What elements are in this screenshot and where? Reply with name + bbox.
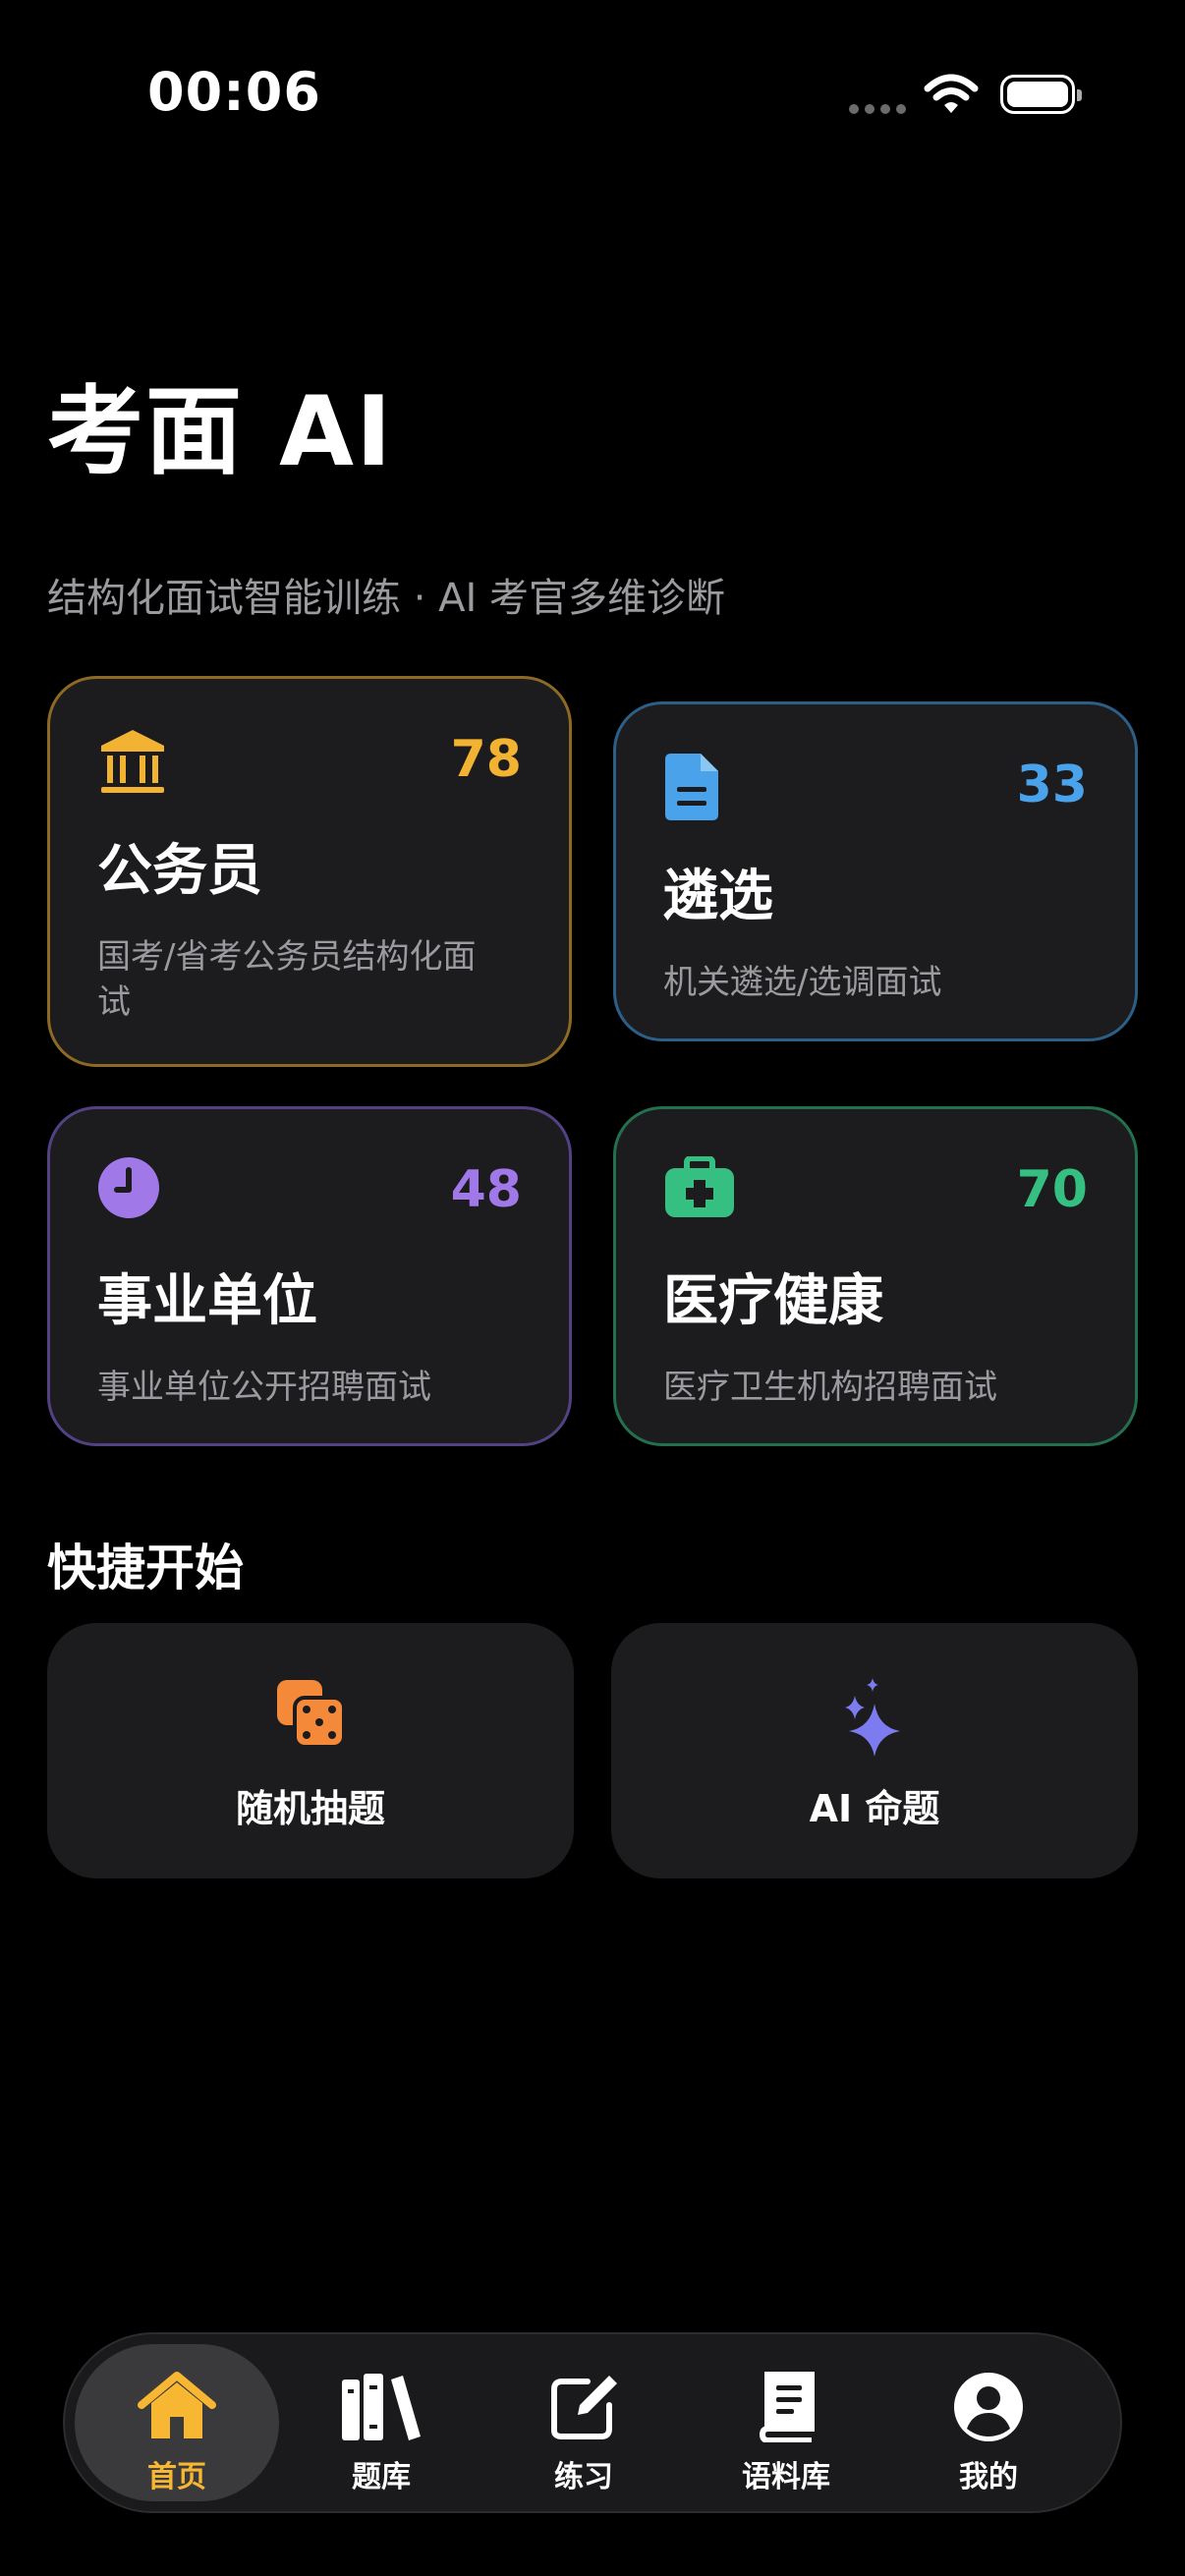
category-title: 医疗健康 [663, 1269, 883, 1333]
category-title: 遴选 [663, 865, 773, 928]
wifi-icon [924, 74, 979, 113]
category-description: 事业单位公开招聘面试 [97, 1368, 431, 1407]
tab-bar: 首页 题库 练习 语料库 我的 [63, 2332, 1122, 2513]
question-count: 78 [450, 730, 522, 789]
sparkles-icon [845, 1678, 900, 1757]
app-subtitle: 结构化面试智能训练 · AI 考官多维诊断 [47, 576, 726, 621]
ai-question-button[interactable]: AI 命题 [611, 1623, 1138, 1878]
tab-label: 语料库 [742, 2460, 830, 2494]
category-title: 公务员 [97, 839, 262, 903]
tab-practice[interactable]: 练习 [481, 2344, 686, 2501]
section-title-quick-start: 快捷开始 [47, 1540, 244, 1596]
battery-icon [1000, 75, 1082, 114]
category-card-civil-servant[interactable]: 78 公务员 国考/省考公务员结构化面试 [47, 676, 572, 1067]
tab-label: 练习 [554, 2460, 613, 2494]
tab-question-bank[interactable]: 题库 [279, 2344, 483, 2501]
tab-corpus[interactable]: 语料库 [684, 2344, 888, 2501]
tab-profile[interactable]: 我的 [886, 2344, 1091, 2501]
category-card-medical[interactable]: 70 医疗健康 医疗卫生机构招聘面试 [613, 1106, 1138, 1446]
tab-label: 题库 [352, 2460, 411, 2494]
quick-start-label: 随机抽题 [235, 1787, 385, 1830]
medical-kit-icon [665, 1156, 734, 1217]
category-description: 国考/省考公务员结构化面试 [97, 937, 477, 1022]
app-title: 考面 AI [47, 376, 394, 488]
question-count: 48 [450, 1160, 522, 1219]
book-icon [759, 2372, 815, 2442]
books-icon [342, 2374, 421, 2440]
tab-label: 我的 [959, 2460, 1018, 2494]
dice-icon [277, 1680, 346, 1749]
category-card-selection[interactable]: 33 遴选 机关遴选/选调面试 [613, 701, 1138, 1041]
home-icon [138, 2372, 216, 2438]
clock-icon [98, 1157, 159, 1218]
edit-icon [551, 2376, 617, 2439]
quick-start-label: AI 命题 [809, 1787, 940, 1830]
tab-home[interactable]: 首页 [75, 2344, 279, 2501]
question-count: 33 [1016, 756, 1088, 814]
category-title: 事业单位 [97, 1269, 317, 1333]
random-question-button[interactable]: 随机抽题 [47, 1623, 574, 1878]
tab-label: 首页 [147, 2460, 206, 2494]
status-time: 00:06 [147, 61, 321, 123]
category-description: 医疗卫生机构招聘面试 [663, 1368, 997, 1407]
cellular-signal-icon [849, 104, 906, 114]
profile-icon [954, 2373, 1023, 2441]
question-count: 70 [1016, 1160, 1088, 1219]
category-card-public-institution[interactable]: 48 事业单位 事业单位公开招聘面试 [47, 1106, 572, 1446]
document-icon [665, 754, 718, 820]
category-description: 机关遴选/选调面试 [663, 963, 942, 1002]
bank-icon [101, 730, 164, 793]
